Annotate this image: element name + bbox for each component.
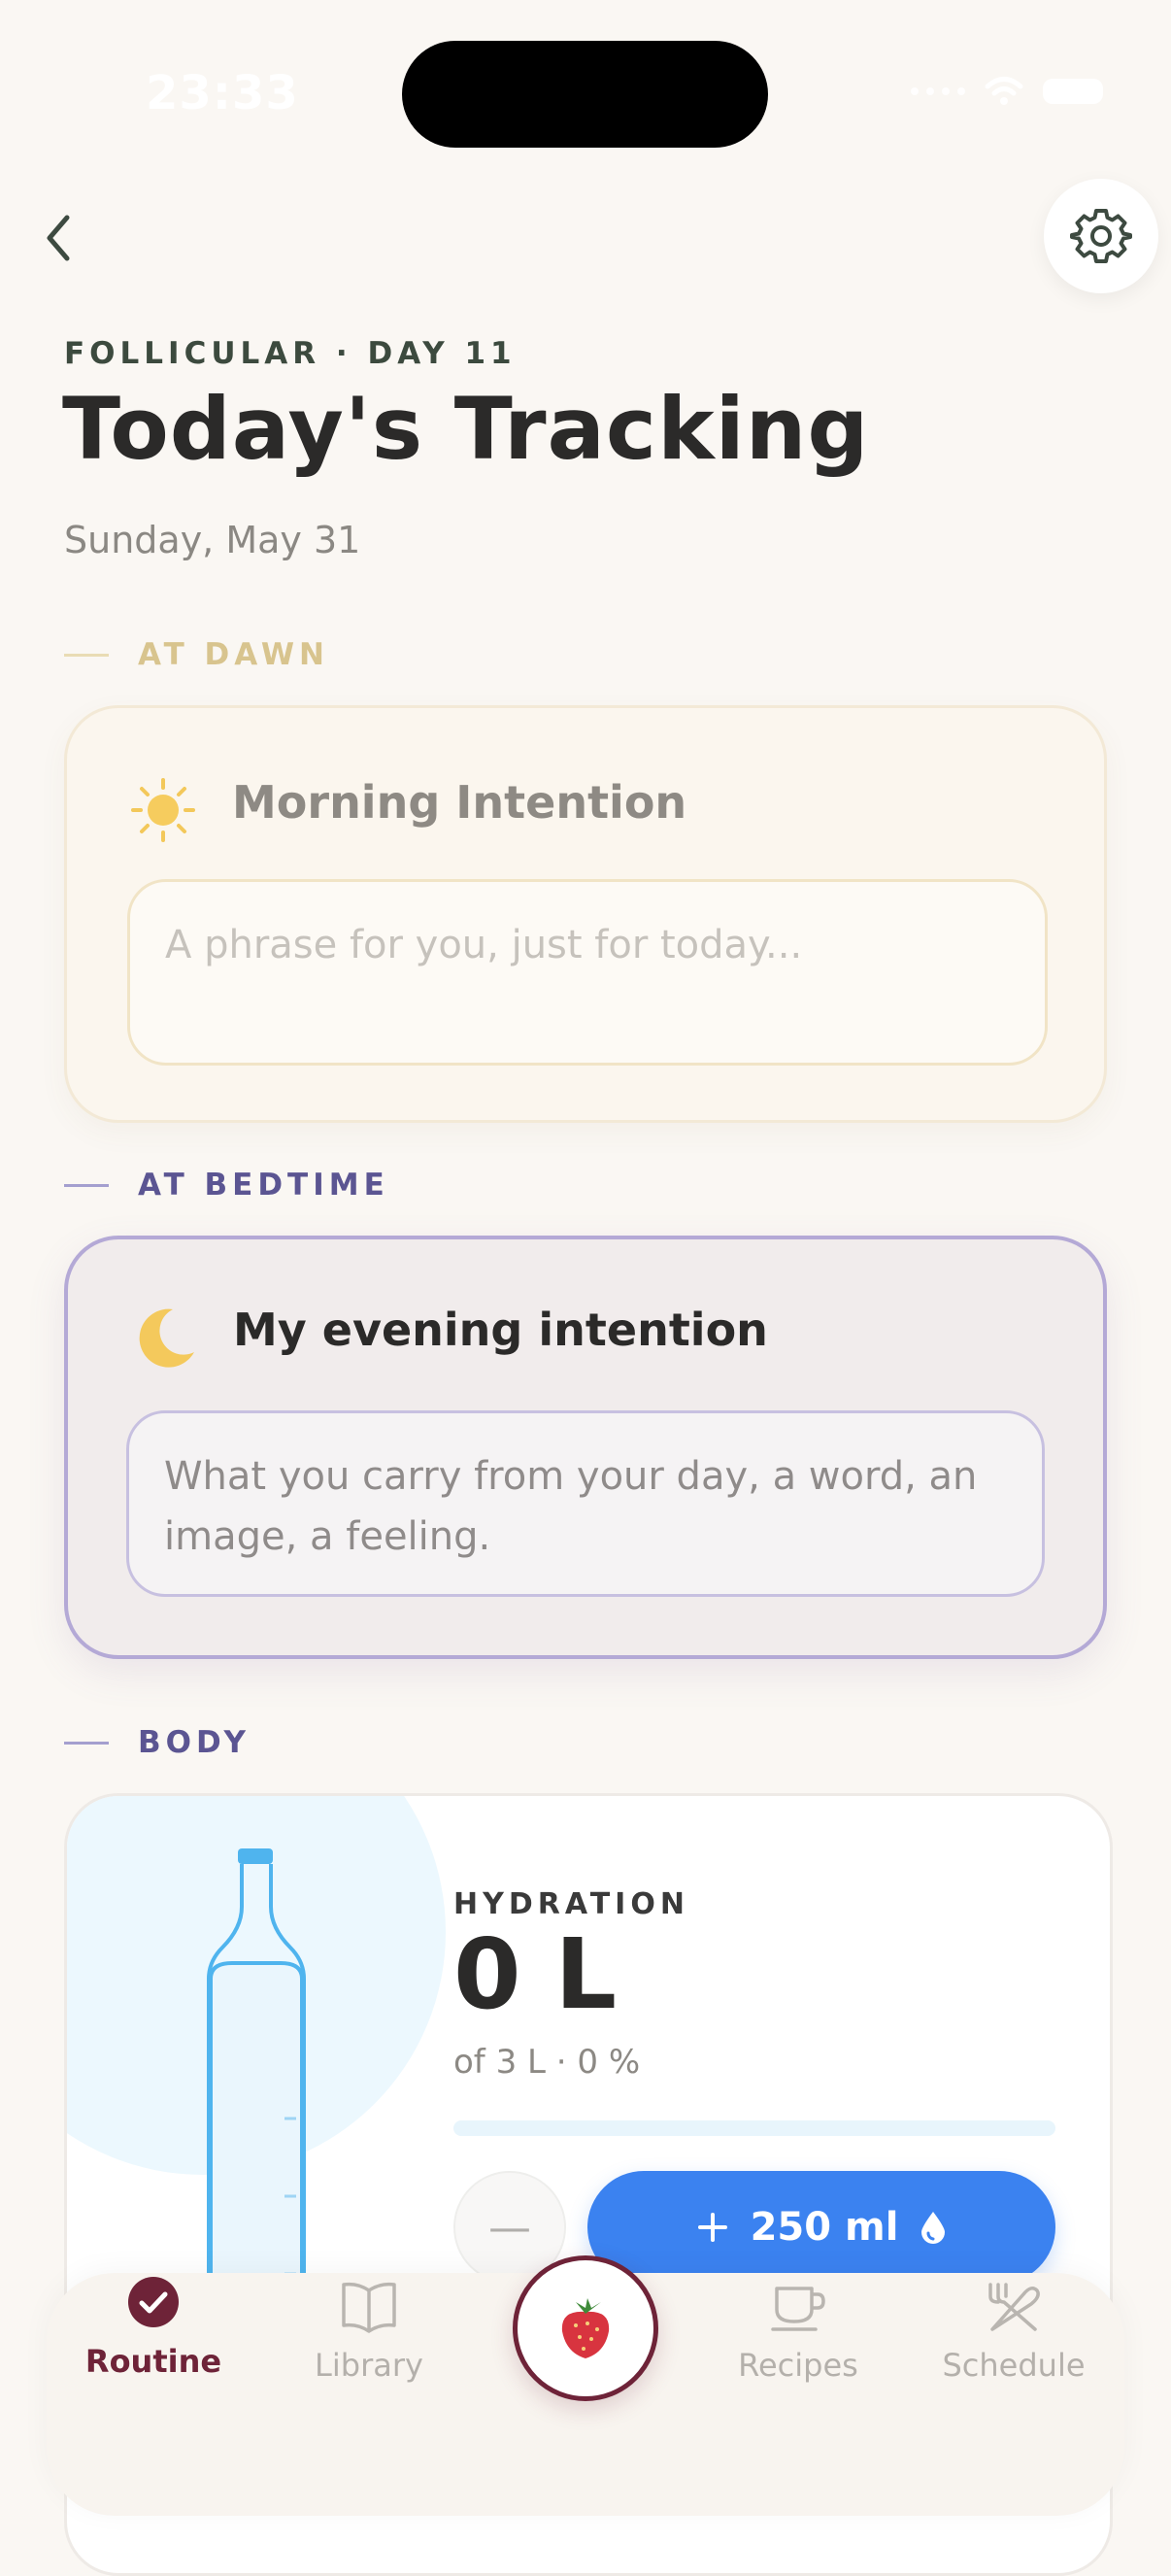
morning-intention-card: Morning Intention A phrase for you, just… [64,705,1107,1123]
nav-routine-label: Routine [84,2343,222,2380]
settings-button[interactable] [1044,179,1158,293]
nav-library-label: Library [315,2347,423,2384]
utensils-icon [988,2283,1040,2331]
section-divider [64,1741,109,1745]
check-circle-icon [128,2277,179,2327]
section-dawn-label: AT DAWN [138,637,329,672]
hydration-value: 0 L [453,1917,618,2031]
evening-intention-title: My evening intention [233,1304,768,1356]
strawberry-button[interactable] [513,2255,658,2401]
section-body-label: BODY [138,1725,251,1760]
cup-icon [771,2287,825,2331]
section-bedtime: AT BEDTIME [64,1168,389,1203]
nav-schedule[interactable]: Schedule [917,2281,1111,2384]
gear-icon [1070,209,1132,263]
section-body: BODY [64,1725,251,1760]
status-time: 23:33 [146,66,299,120]
nav-recipes-label: Recipes [738,2347,858,2384]
back-button[interactable] [31,204,85,272]
page-title: Today's Tracking [62,379,870,479]
book-icon [342,2282,396,2333]
section-divider [64,1183,109,1187]
wifi-icon [985,77,1023,105]
minus-icon: — [488,2202,531,2253]
section-divider [64,653,109,657]
morning-intention-title: Morning Intention [232,776,687,829]
evening-intention-input[interactable]: What you carry from your day, a word, an… [126,1410,1045,1597]
nav-routine[interactable]: Routine [56,2275,251,2380]
evening-intention-card: My evening intention What you carry from… [64,1236,1107,1659]
page-date: Sunday, May 31 [64,519,361,561]
nav-library[interactable]: Library [272,2281,466,2384]
sun-icon [131,778,195,842]
cycle-phase: FOLLICULAR · DAY 11 [64,336,517,371]
battery-icon [1043,79,1103,104]
chevron-left-icon [47,215,70,261]
nav-recipes[interactable]: Recipes [701,2281,895,2384]
add-water-label: 250 ml [750,2205,899,2250]
add-water-button[interactable]: 250 ml [587,2171,1055,2284]
section-bedtime-label: AT BEDTIME [138,1168,389,1203]
water-drop-icon [921,2212,946,2244]
hydration-goal: of 3 L · 0 % [453,2043,641,2082]
moon-icon [139,1308,194,1368]
morning-intention-input[interactable]: A phrase for you, just for today... [127,879,1048,1066]
cellular-icon [911,87,965,95]
nav-schedule-label: Schedule [942,2347,1086,2384]
hydration-progress-bar [453,2120,1055,2136]
section-dawn: AT DAWN [64,637,329,672]
plus-icon [697,2213,727,2242]
dynamic-island [402,41,768,148]
water-bottle-icon [207,1848,306,2293]
hydration-label: HYDRATION [453,1887,689,1921]
status-icons [911,76,1103,107]
strawberry-icon [561,2298,610,2358]
